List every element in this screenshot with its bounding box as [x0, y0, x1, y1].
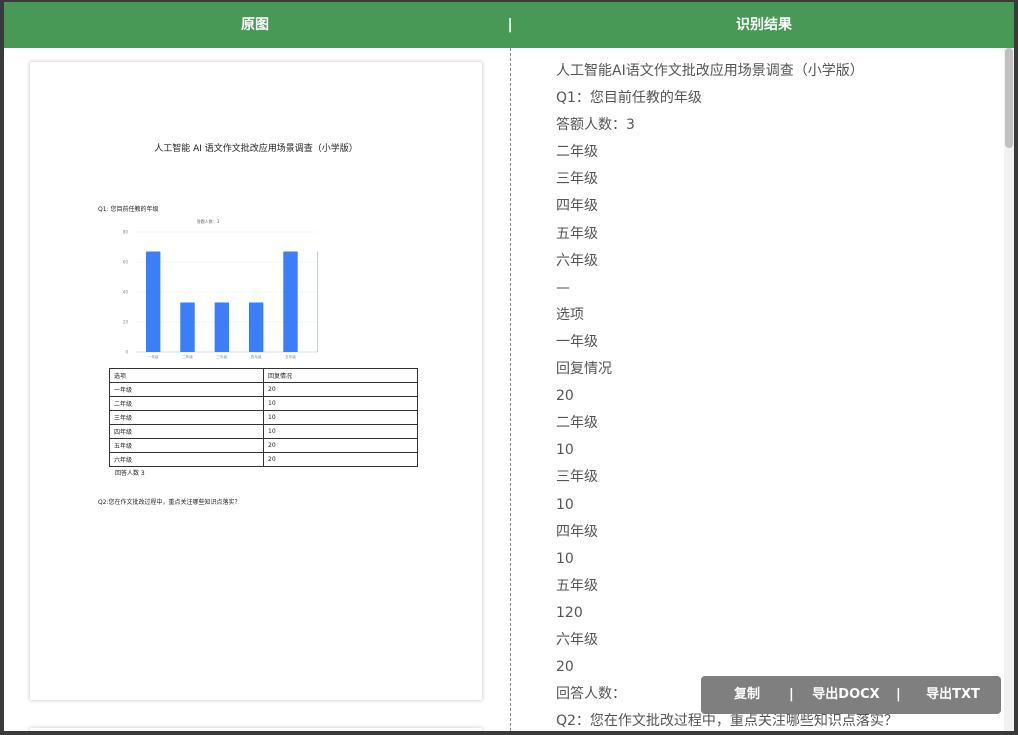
result-line: 一年级	[556, 333, 598, 350]
table-row: 选项 回复情况	[109, 368, 418, 383]
ocr-dialog: 原图 | 识别结果 人工智能 AI 语文作文批改应用场景调查（小学版） Q1: …	[4, 2, 1014, 731]
header-bar: 原图 | 识别结果	[4, 2, 1014, 48]
y-tick-label: 60	[123, 260, 129, 265]
result-line: 六年级	[556, 252, 598, 269]
grade-bar-chart: 答题人数：3 020406080 一年级二年级三年级四年级五年级六年级	[123, 218, 318, 359]
table-cell: 20	[263, 438, 418, 453]
table-row: 一年级 20	[109, 382, 418, 397]
result-line: 四年级	[556, 523, 598, 540]
chart-bar	[145, 251, 161, 352]
result-line: 人工智能AI语文作文批改应用场景调查（小学版）	[556, 63, 864, 79]
header-separator: |	[507, 17, 513, 33]
table-cell: 10	[263, 410, 418, 425]
action-separator: |	[789, 687, 794, 702]
copy-button[interactable]: 复制	[711, 676, 783, 714]
table-row: 四年级 10	[109, 424, 418, 439]
result-line: 四年级	[556, 198, 598, 215]
chart-x-labels: 一年级二年级三年级四年级五年级六年级	[148, 354, 297, 359]
document-title: 人工智能 AI 语文作文批改应用场景调查（小学版）	[154, 144, 358, 154]
result-line: —	[556, 279, 570, 296]
chart-bar	[214, 302, 230, 352]
table-cell: 六年级	[109, 452, 264, 467]
result-line: 10	[556, 550, 574, 567]
chart-bar	[248, 302, 264, 352]
recognition-result-title: 识别结果	[736, 17, 792, 33]
result-line: 二年级	[556, 415, 598, 432]
result-line: 选项	[556, 306, 584, 323]
result-line: 五年级	[556, 225, 598, 242]
chart-bar	[283, 251, 298, 352]
chart-y-ticks: 0 20 40 60 80	[123, 230, 129, 355]
result-line: 20	[556, 388, 574, 405]
table-row: 三年级 10	[109, 410, 418, 425]
scrollbar-thumb[interactable]	[1005, 48, 1013, 148]
result-line: 六年级	[556, 631, 598, 648]
result-line: 回复情况	[556, 361, 612, 378]
document-page-2	[30, 728, 482, 731]
table-cell: 20	[263, 452, 418, 467]
y-tick-label: 20	[123, 320, 129, 325]
table-cell: 10	[263, 396, 418, 411]
result-line: 答额人数：3	[556, 117, 635, 134]
document-page: 人工智能 AI 语文作文批改应用场景调查（小学版） Q1: 您目前任教的年级 答…	[30, 62, 482, 700]
chart-bar	[180, 302, 195, 352]
result-line: 二年级	[556, 144, 598, 161]
x-tick-label: 一年级	[148, 354, 159, 359]
table-row: 五年级 20	[109, 438, 418, 453]
result-line: 120	[556, 604, 583, 621]
table-row: 六年级 20	[109, 452, 418, 467]
x-tick-label: 五年级	[285, 354, 296, 359]
table-cell: 一年级	[109, 382, 264, 397]
recognition-result-pane[interactable]: 人工智能AI语文作文批改应用场景调查（小学版） Q1：您目前任教的年级 答额人数：3…	[511, 48, 1014, 731]
table-cell: 四年级	[109, 424, 264, 439]
result-line: 三年级	[556, 469, 598, 486]
x-tick-label: 二年级	[182, 354, 193, 359]
export-txt-button[interactable]: 导出TXT	[909, 676, 997, 714]
original-image-title: 原图	[241, 17, 269, 33]
table-cell: 10	[263, 424, 418, 439]
table-cell: 三年级	[109, 410, 264, 425]
result-line: 10	[556, 496, 574, 513]
chart-title: 答题人数：3	[197, 218, 220, 224]
action-separator: |	[896, 687, 901, 702]
result-line: 10	[556, 442, 574, 459]
table-cell: 20	[263, 382, 418, 397]
export-docx-button[interactable]: 导出DOCX	[801, 676, 891, 714]
x-tick-label: 四年级	[251, 354, 262, 359]
answer-table: 选项 回复情况 一年级 20 二年级 10 三年级 10 四年级 10 五年级 20 六年级 20	[109, 368, 418, 467]
y-tick-label: 80	[123, 230, 129, 235]
table-row: 二年级 10	[109, 396, 418, 411]
table-cell: 二年级	[109, 396, 264, 411]
result-text[interactable]: 人工智能AI语文作文批改应用场景调查（小学版） Q1：您目前任教的年级 答额人数：3…	[556, 58, 898, 731]
result-line: 三年级	[556, 171, 598, 188]
y-tick-label: 40	[123, 290, 129, 295]
result-scrollbar[interactable]	[1004, 48, 1014, 731]
result-line: 五年级	[556, 577, 598, 594]
result-line: Q1：您目前任教的年级	[556, 90, 702, 107]
action-bar: 复制 | 导出DOCX | 导出TXT	[701, 676, 1001, 714]
answer-count: 回答人数 3	[115, 470, 145, 477]
chart-bars	[145, 251, 318, 352]
x-tick-label: 三年级	[216, 354, 227, 359]
document-question-2: Q2:您在作文批改过程中，重点关注哪些知识点落实？	[98, 499, 241, 506]
y-tick-label: 0	[125, 350, 128, 355]
original-image-pane[interactable]: 人工智能 AI 语文作文批改应用场景调查（小学版） Q1: 您目前任教的年级 答…	[4, 48, 510, 731]
table-cell: 五年级	[109, 438, 264, 453]
table-cell: 回复情况	[263, 368, 418, 383]
table-cell: 选项	[109, 368, 264, 383]
